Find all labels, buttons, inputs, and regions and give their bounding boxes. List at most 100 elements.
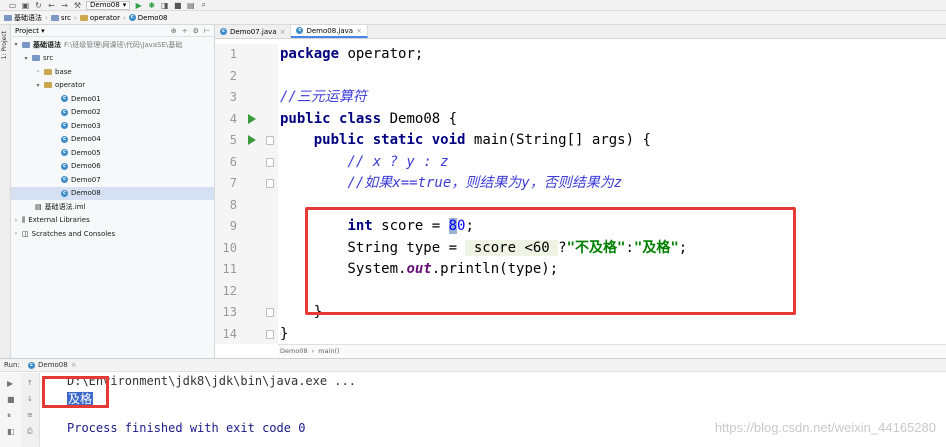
gutter-line: 2 (215, 66, 278, 88)
fold-icon[interactable] (266, 157, 274, 167)
gutter-line: 8 (215, 195, 278, 217)
breadcrumb-src[interactable]: src (50, 13, 72, 22)
dump-icon[interactable]: ◧ (7, 427, 15, 436)
tab-demo07[interactable]: c Demo07.java × (215, 25, 292, 38)
run-icon[interactable]: ▶ (134, 1, 143, 10)
fold-icon[interactable] (266, 329, 274, 339)
forward-icon[interactable]: → (60, 1, 69, 10)
coverage-icon[interactable]: ◨ (160, 1, 169, 10)
search-icon[interactable]: ⌕ (199, 0, 208, 10)
breadcrumb-method[interactable]: main() (318, 347, 339, 355)
tree-item-base[interactable]: › base (11, 65, 214, 79)
gutter-line: 9 (215, 216, 278, 238)
tree-item-label: Demo01 (71, 94, 101, 103)
soft-wrap-icon[interactable]: ≡ (27, 411, 35, 419)
breadcrumb-label: operator (89, 13, 120, 22)
keyword: static (372, 132, 424, 148)
fold-icon[interactable] (266, 136, 274, 145)
tab-demo08[interactable]: c Demo08.java × (291, 25, 368, 38)
code-line-1: package operator; (280, 44, 423, 66)
code-line-13: } (280, 302, 322, 324)
tree-item-demo08[interactable]: c Demo08 (11, 186, 214, 200)
breadcrumb-label: src (60, 13, 72, 22)
debug-icon[interactable]: ✱ (147, 1, 156, 10)
gear-icon[interactable]: ⚙ (193, 27, 199, 35)
tree-item-demo04[interactable]: c Demo04 (11, 133, 214, 147)
code-comment: //如果x==true，则结果为y，否则结果为z (280, 175, 623, 191)
code-text: .println(type); (431, 261, 559, 277)
breadcrumb-class[interactable]: Demo08 (280, 347, 308, 355)
up-icon[interactable]: ↑ (27, 379, 35, 387)
breadcrumb-demo08[interactable]: c Demo08 (128, 14, 168, 22)
tree-item-label: Demo06 (71, 162, 101, 171)
line-number: 4 (229, 111, 237, 126)
project-panel-title: Project (15, 26, 39, 35)
rerun-icon[interactable]: ▶ (7, 379, 15, 388)
tree-item-label: operator (55, 81, 86, 90)
down-icon[interactable]: ↓ (27, 395, 35, 403)
line-number: 8 (229, 197, 237, 212)
code-text: operator; (339, 46, 424, 62)
back-icon[interactable]: ← (47, 1, 56, 10)
java-class-icon: c (61, 122, 68, 130)
project-view-select[interactable]: Project ▾ (15, 27, 45, 35)
line-number: 9 (229, 219, 237, 233)
fold-icon[interactable] (266, 179, 274, 188)
stop-icon[interactable]: ■ (7, 395, 15, 404)
console-finish-line: Process finished with exit code 0 (67, 421, 306, 435)
build-icon[interactable]: ⚒ (73, 1, 82, 10)
tree-item-demo05[interactable]: c Demo05 (11, 146, 214, 160)
tree-item-label: 基础语法.iml (44, 202, 86, 211)
close-icon[interactable]: × (280, 28, 286, 36)
tree-item-operator[interactable]: ▾ operator (11, 79, 214, 93)
tree-item-demo03[interactable]: c Demo03 (11, 119, 214, 133)
open-folder-icon[interactable]: ▭ (8, 1, 17, 10)
sync-icon[interactable]: ↻ (34, 1, 43, 10)
pause-icon[interactable]: ⏸ (7, 411, 15, 420)
run-class-gutter-icon[interactable] (248, 113, 256, 124)
run-config-label: Demo08 (90, 0, 120, 9)
tree-item-src[interactable]: ▾ src (11, 52, 214, 66)
code-text: } (280, 304, 323, 320)
breadcrumb-project[interactable]: 基础语法 (4, 13, 42, 23)
project-tool-button[interactable]: 1: Project (1, 31, 10, 59)
close-icon[interactable]: × (356, 27, 362, 35)
code-line-9: int score = 80; (280, 216, 474, 238)
breadcrumb-operator[interactable]: operator (79, 13, 120, 22)
line-number: 5 (229, 133, 237, 147)
run-main-gutter-icon[interactable] (248, 135, 256, 145)
hide-icon[interactable]: ⊢ (204, 27, 210, 35)
tree-item-scratches[interactable]: › ◫ Scratches and Consoles (11, 227, 214, 241)
print-icon[interactable]: ⎙ (27, 427, 35, 435)
module-folder-icon (4, 14, 12, 21)
save-icon[interactable]: ▣ (21, 1, 30, 10)
project-structure-icon[interactable]: ▤ (186, 1, 195, 10)
code-editor[interactable]: package operator; //三元运算符 public class D… (278, 44, 946, 344)
tree-item-external-libraries[interactable]: › ⫼ External Libraries (11, 214, 214, 228)
tree-item-iml[interactable]: ▤ 基础语法.iml (11, 200, 214, 214)
tree-item-demo06[interactable]: c Demo06 (11, 160, 214, 174)
run-tab-demo08[interactable]: c Demo08 × (24, 361, 81, 369)
console-output-text: 及格 (67, 392, 94, 406)
tree-item-demo07[interactable]: c Demo07 (11, 173, 214, 187)
console-output-line[interactable]: 及格 (67, 390, 94, 407)
fold-icon[interactable] (266, 308, 274, 317)
line-number: 7 (229, 176, 237, 190)
package-folder-icon (44, 82, 52, 89)
tree-item-demo02[interactable]: c Demo02 (11, 106, 214, 120)
tree-item-label: src (43, 54, 54, 63)
code-text: : (625, 239, 634, 256)
stop-icon[interactable]: ■ (173, 1, 182, 10)
tree-item-demo01[interactable]: c Demo01 (11, 92, 214, 106)
library-icon: ⫼ (22, 215, 26, 224)
close-icon[interactable]: × (71, 361, 77, 369)
locate-icon[interactable]: ⊕ (171, 27, 177, 35)
run-config-select[interactable]: Demo08 ▾ (86, 0, 131, 10)
static-field: out (406, 261, 432, 277)
line-number: 13 (222, 305, 237, 319)
tree-item-root[interactable]: ▾ 基础语法 F:\班级管理\网课班\代码\JavaSE\基础 (11, 38, 214, 52)
line-number: 11 (222, 262, 237, 276)
collapse-icon[interactable]: ÷ (182, 27, 188, 35)
java-class-icon: c (61, 95, 68, 103)
